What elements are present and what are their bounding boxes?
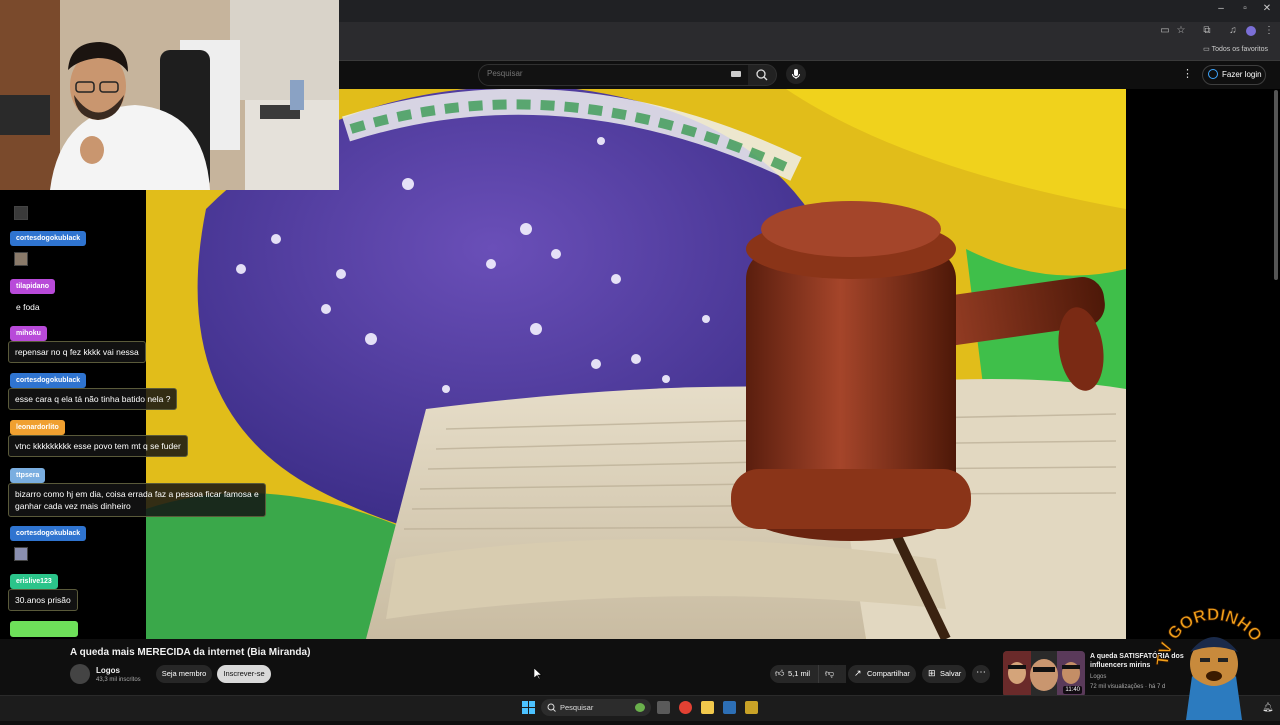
chat-emote: [14, 252, 28, 266]
save-label: Salvar: [940, 669, 962, 678]
chat-message: 30.anos prisão: [8, 589, 78, 611]
channel-avatar[interactable]: [70, 664, 90, 684]
close-icon[interactable]: ✕: [1256, 3, 1278, 14]
search-button[interactable]: [748, 64, 777, 86]
chat-username: [10, 621, 78, 637]
login-button[interactable]: Fazer login: [1202, 65, 1266, 85]
chat-username: cortesdogokublack: [10, 373, 87, 388]
voice-search-button[interactable]: [786, 64, 806, 84]
chat-username: erislive123: [10, 574, 58, 589]
taskbar-search-label: Pesquisar: [560, 703, 594, 712]
bookmark-star-icon[interactable]: ☆: [1174, 25, 1188, 36]
channel-name[interactable]: Logos: [96, 666, 120, 675]
logo-image: TV GORDINHO: [1152, 605, 1266, 720]
search-icon: [756, 69, 768, 81]
app-icon[interactable]: [745, 701, 758, 714]
page-scrollbar[interactable]: [1274, 90, 1278, 280]
chat-message-line: bizarro como hj em dia, coisa errada faz…: [15, 489, 259, 499]
media-icon[interactable]: ♫: [1226, 25, 1240, 36]
extensions-icon[interactable]: ⧉: [1200, 25, 1214, 36]
chat-username: tilapidano: [10, 279, 56, 294]
maximize-icon[interactable]: ▫: [1234, 3, 1256, 14]
cursor-icon: [533, 667, 543, 680]
cast-icon[interactable]: ▭: [1158, 25, 1172, 36]
minimize-icon[interactable]: –: [1210, 3, 1232, 14]
taskbar-search[interactable]: Pesquisar: [541, 699, 651, 716]
search-highlight-icon: [635, 703, 645, 712]
login-label: Fazer login: [1222, 70, 1262, 79]
thumbs-down-icon: 👎︎: [825, 668, 835, 678]
all-bookmarks-label: Todos os favoritos: [1211, 46, 1268, 53]
chat-message: bizarro como hj em dia, coisa errada faz…: [8, 483, 266, 517]
thumbs-up-icon: 👍︎: [775, 668, 785, 678]
windows-logo: [522, 701, 535, 714]
search-icon: [547, 703, 556, 712]
mouse-cursor: [533, 667, 543, 685]
microphone-icon: [792, 69, 800, 79]
settings-menu-icon[interactable]: ⋮: [1182, 67, 1193, 80]
chat-username: cortesdogokublack: [10, 231, 87, 246]
chat-emote: [14, 206, 28, 220]
chat-username: ttpsera: [10, 468, 46, 483]
chat-message: esse cara q ela tá não tinha batido nela…: [8, 388, 178, 410]
chat-message: repensar no q fez kkkk vai nessa: [8, 341, 146, 363]
dislike-button[interactable]: 👎︎: [818, 665, 843, 683]
chat-message-line: ganhar cada vez mais dinheiro: [15, 501, 131, 511]
more-actions-icon[interactable]: ⋯: [972, 665, 990, 683]
share-button[interactable]: ↗ Compartilhar: [848, 665, 916, 683]
profile-avatar-icon[interactable]: [1246, 26, 1256, 36]
chat-message: vtnc kkkkkkkkk esse povo tem mt q se fud…: [8, 435, 188, 457]
streamer-webcam-image: [0, 0, 339, 190]
keyboard-icon[interactable]: [731, 71, 741, 77]
folder-icon: ▭: [1203, 46, 1210, 53]
recommended-video-thumbnail[interactable]: 11:40: [1003, 651, 1085, 697]
chrome-icon[interactable]: [679, 701, 692, 714]
webcam-overlay: [0, 0, 339, 190]
chat-username: leonardorlito: [10, 420, 65, 435]
browser-menu-icon[interactable]: ⋮: [1262, 25, 1276, 36]
join-membership-button[interactable]: Seja membro: [156, 665, 212, 683]
save-button[interactable]: ⊞ Salvar: [922, 665, 966, 683]
chat-username: mihoku: [10, 326, 47, 341]
steam-icon[interactable]: [723, 701, 736, 714]
subscribe-button[interactable]: Inscrever-se: [217, 665, 271, 683]
subscriber-count: 43,3 mil inscritos: [96, 677, 141, 683]
windows-start-icon[interactable]: [522, 701, 535, 719]
task-view-icon[interactable]: [657, 701, 670, 714]
share-label: Compartilhar: [867, 669, 910, 678]
save-icon: ⊞: [928, 668, 936, 678]
share-icon: ↗: [854, 668, 862, 678]
right-panel: [1126, 89, 1280, 639]
like-count: 5,1 mil: [788, 669, 811, 678]
all-bookmarks-link[interactable]: ▭ Todos os favoritos: [1203, 45, 1268, 53]
recommended-channel[interactable]: Logos: [1090, 674, 1106, 680]
chat-username: cortesdogokublack: [10, 526, 87, 541]
chat-message: e foda: [16, 302, 40, 312]
tv-gordinho-logo: TV GORDINHO: [1150, 596, 1278, 720]
video-duration: 11:40: [1063, 686, 1082, 694]
search-input[interactable]: [487, 69, 707, 78]
search-box: [478, 64, 750, 86]
account-icon: [1208, 69, 1218, 79]
video-title: A queda mais MERECIDA da internet (Bia M…: [70, 647, 311, 658]
file-explorer-icon[interactable]: [701, 701, 714, 714]
chat-emote: [14, 547, 28, 561]
